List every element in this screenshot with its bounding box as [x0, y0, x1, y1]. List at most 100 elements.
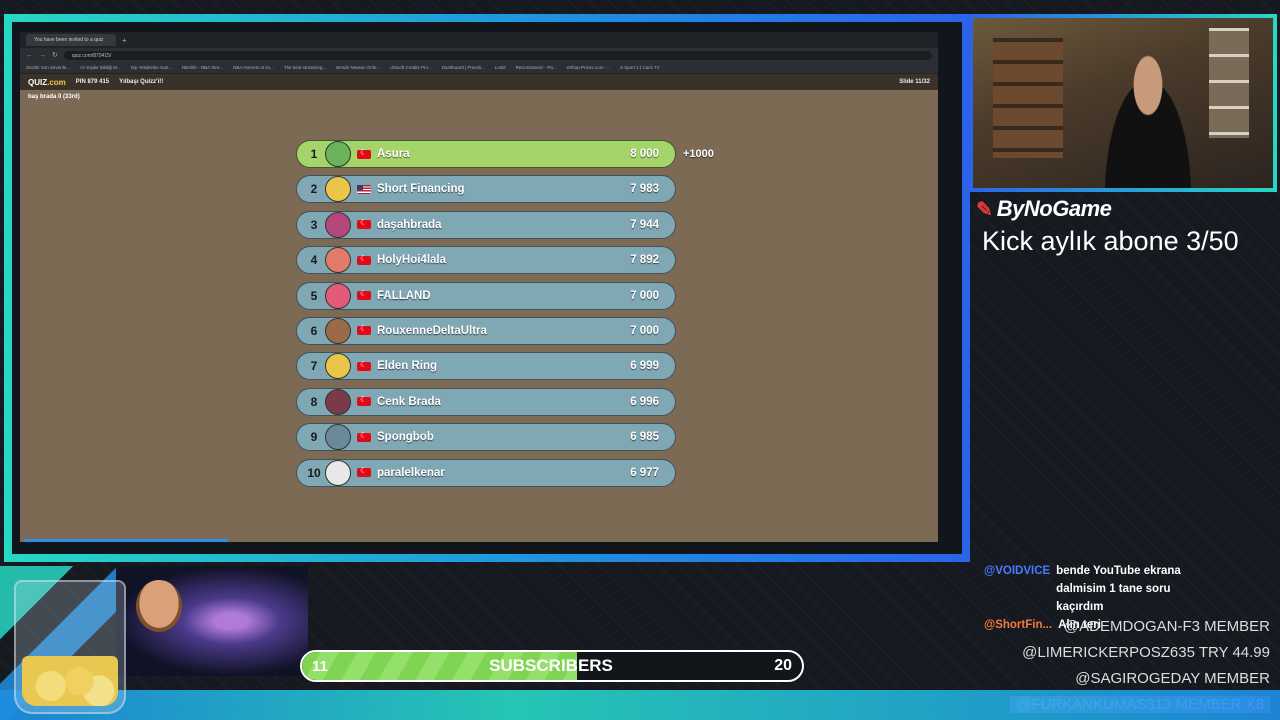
flag-icon	[357, 431, 371, 442]
player-name: Asura	[377, 148, 410, 160]
player-avatar	[325, 282, 351, 309]
player-name: Elden Ring	[377, 360, 438, 373]
flag-icon	[357, 184, 371, 194]
player-score: 6 985	[630, 431, 659, 444]
quiz-title: Yılbaşı Quizz'i!!	[119, 79, 164, 85]
streamer	[1093, 48, 1203, 188]
member-entry: @ADEMDOGAN-F3 MEMBER	[1010, 614, 1270, 640]
leaderboard-row: 6RouxenneDeltaUltra7 000	[296, 316, 676, 345]
player-avatar	[325, 459, 351, 486]
leaderboard: 1Asura8 000+10002Short Financing7 9833da…	[296, 140, 714, 494]
flag-icon	[357, 360, 371, 371]
player-score: 7 983	[630, 183, 659, 196]
galaxy-panel	[116, 566, 308, 676]
browser-tab[interactable]: You have been invited to a quiz	[26, 34, 116, 46]
leaderboard-row: 9Spongbob6 985	[296, 423, 676, 452]
player-score: 8 000	[630, 148, 659, 160]
leaderboard-row: 5FALLAND7 000	[296, 281, 676, 310]
bookmark-item[interactable]: The best streaming...	[284, 65, 326, 70]
player-info: baş brada 0 (33rd)	[28, 94, 80, 100]
player-name: RouxenneDeltaUltra	[377, 324, 487, 337]
bookmark-item[interactable]: Bende Newton Grile...	[336, 65, 380, 70]
flag-icon	[357, 466, 371, 478]
subscriber-label: SUBSCRIBERS	[489, 656, 613, 675]
subscriber-target: 20	[774, 657, 792, 674]
quiz-pin: PIN 879 415	[75, 79, 110, 85]
flag-icon	[357, 218, 371, 230]
flag-icon	[357, 324, 371, 336]
leaderboard-row: 3daşahbrada7 944	[296, 210, 676, 239]
player-score: 6 996	[630, 395, 659, 408]
bookmark-item[interactable]: Sözlük Son Sevenle...	[26, 65, 70, 70]
member-text: @SAGIROGEDAY MEMBER	[1075, 670, 1270, 687]
bookmark-item[interactable]: Dip Yetişkinler Kalı...	[131, 65, 172, 70]
bookmark-item[interactable]: Lurkit	[495, 65, 506, 70]
player-score: 6 977	[630, 466, 659, 479]
reload-icon[interactable]: ↻	[52, 51, 58, 59]
flag-icon	[357, 254, 371, 265]
member-entry: @SAGIROGEDAY MEMBER	[1010, 666, 1270, 692]
player-avatar	[325, 317, 351, 344]
player-avatar	[325, 388, 351, 415]
webcam-feed	[973, 18, 1273, 188]
slide-progress-bar	[24, 539, 228, 542]
chat-username[interactable]: @VOIDVICE	[984, 562, 1050, 616]
bookshelf	[993, 38, 1063, 158]
flag-icon	[357, 395, 371, 407]
player-score: 6 999	[630, 360, 659, 373]
leaderboard-row: 1Asura8 000+1000	[296, 140, 714, 168]
player-name: Cenk Brada	[377, 395, 441, 408]
bookmark-item[interactable]: RetroGamesz - Pa...	[516, 65, 557, 70]
subscriber-count: 11	[312, 657, 328, 675]
player-avatar	[325, 141, 351, 167]
back-icon[interactable]: ←	[26, 52, 33, 59]
slide-counter: Slide 11/32	[899, 79, 930, 85]
flag-icon	[357, 148, 371, 159]
bookmark-item[interactable]: S Sport 2 | Canlı TV	[620, 65, 660, 70]
player-name: Short Financing	[377, 183, 465, 196]
face-sticker	[136, 580, 182, 632]
forward-icon[interactable]: →	[39, 52, 46, 59]
new-tab-icon[interactable]: +	[122, 36, 127, 45]
chat-text: bende YouTube ekrana dalmisim 1 tane sor…	[1056, 565, 1181, 613]
browser-tab-strip: You have been invited to a quiz +	[20, 32, 938, 48]
player-avatar	[325, 211, 351, 238]
leaderboard-row: 2 Short Financing 7 983	[296, 175, 676, 204]
bookmark-item[interactable]: Ubisoft Credits Pro...	[390, 65, 432, 70]
tip-jar	[14, 580, 126, 714]
leaderboard-row: 7Elden Ring6 999	[296, 352, 676, 381]
player-score: 7 000	[630, 289, 659, 302]
bookmark-item[interactable]: Dashboard | Pressli...	[442, 65, 485, 70]
bookmarks-bar: Sözlük Son Sevenle... Az Kişiler Bildiği …	[20, 62, 938, 74]
flag-icon	[357, 289, 371, 301]
bookmark-item[interactable]: Az Kişiler Bildiği M...	[80, 65, 121, 70]
quiz-header: QUIZ.com PIN 879 415 Yılbaşı Quizz'i!! S…	[20, 74, 938, 90]
member-text: @LIMERICKERPOSZ635 TRY 44.99	[1022, 644, 1270, 661]
player-name: Spongbob	[377, 431, 434, 444]
sub-goal-text: Kick aylık abone 3/50	[982, 226, 1239, 256]
quiz-logo[interactable]: QUIZ.com	[28, 78, 66, 87]
player-avatar	[325, 176, 351, 203]
browser-toolbar: ← → ↻ quiz.com/879415/	[20, 48, 938, 62]
player-avatar	[325, 247, 351, 274]
player-avatar	[325, 353, 351, 380]
bookmark-item[interactable]: NBAlife - NBA Stre...	[182, 65, 223, 70]
brand-logo-icon: ✎	[976, 198, 993, 221]
address-bar[interactable]: quiz.com/879415/	[63, 50, 932, 60]
player-score: 7 892	[630, 254, 659, 267]
member-entry: @LIMERICKERPOSZ635 TRY 44.99	[1010, 640, 1270, 666]
subscriber-goal-bar: 11 SUBSCRIBERS 20	[300, 650, 804, 682]
leaderboard-row: 10paralelkenar6 977	[296, 458, 676, 487]
brand: ✎ ByNoGame	[976, 196, 1112, 222]
leaderboard-row: 4HolyHoi4lala7 892	[296, 246, 676, 275]
member-text: @ADEMDOGAN-F3 MEMBER	[1063, 618, 1270, 635]
player-name: HolyHoi4lala	[377, 254, 447, 267]
bookshelf	[1209, 28, 1249, 138]
player-score: 7 000	[630, 324, 659, 337]
score-bonus: +1000	[683, 148, 714, 160]
bookmark-item[interactable]: eShop-Prices.com -...	[567, 65, 610, 70]
bottom-bar	[0, 690, 1280, 720]
bookmark-item[interactable]: NBA Hornets et ito...	[233, 65, 274, 70]
player-name: paralelkenar	[377, 466, 445, 479]
webcam-frame	[969, 14, 1277, 192]
